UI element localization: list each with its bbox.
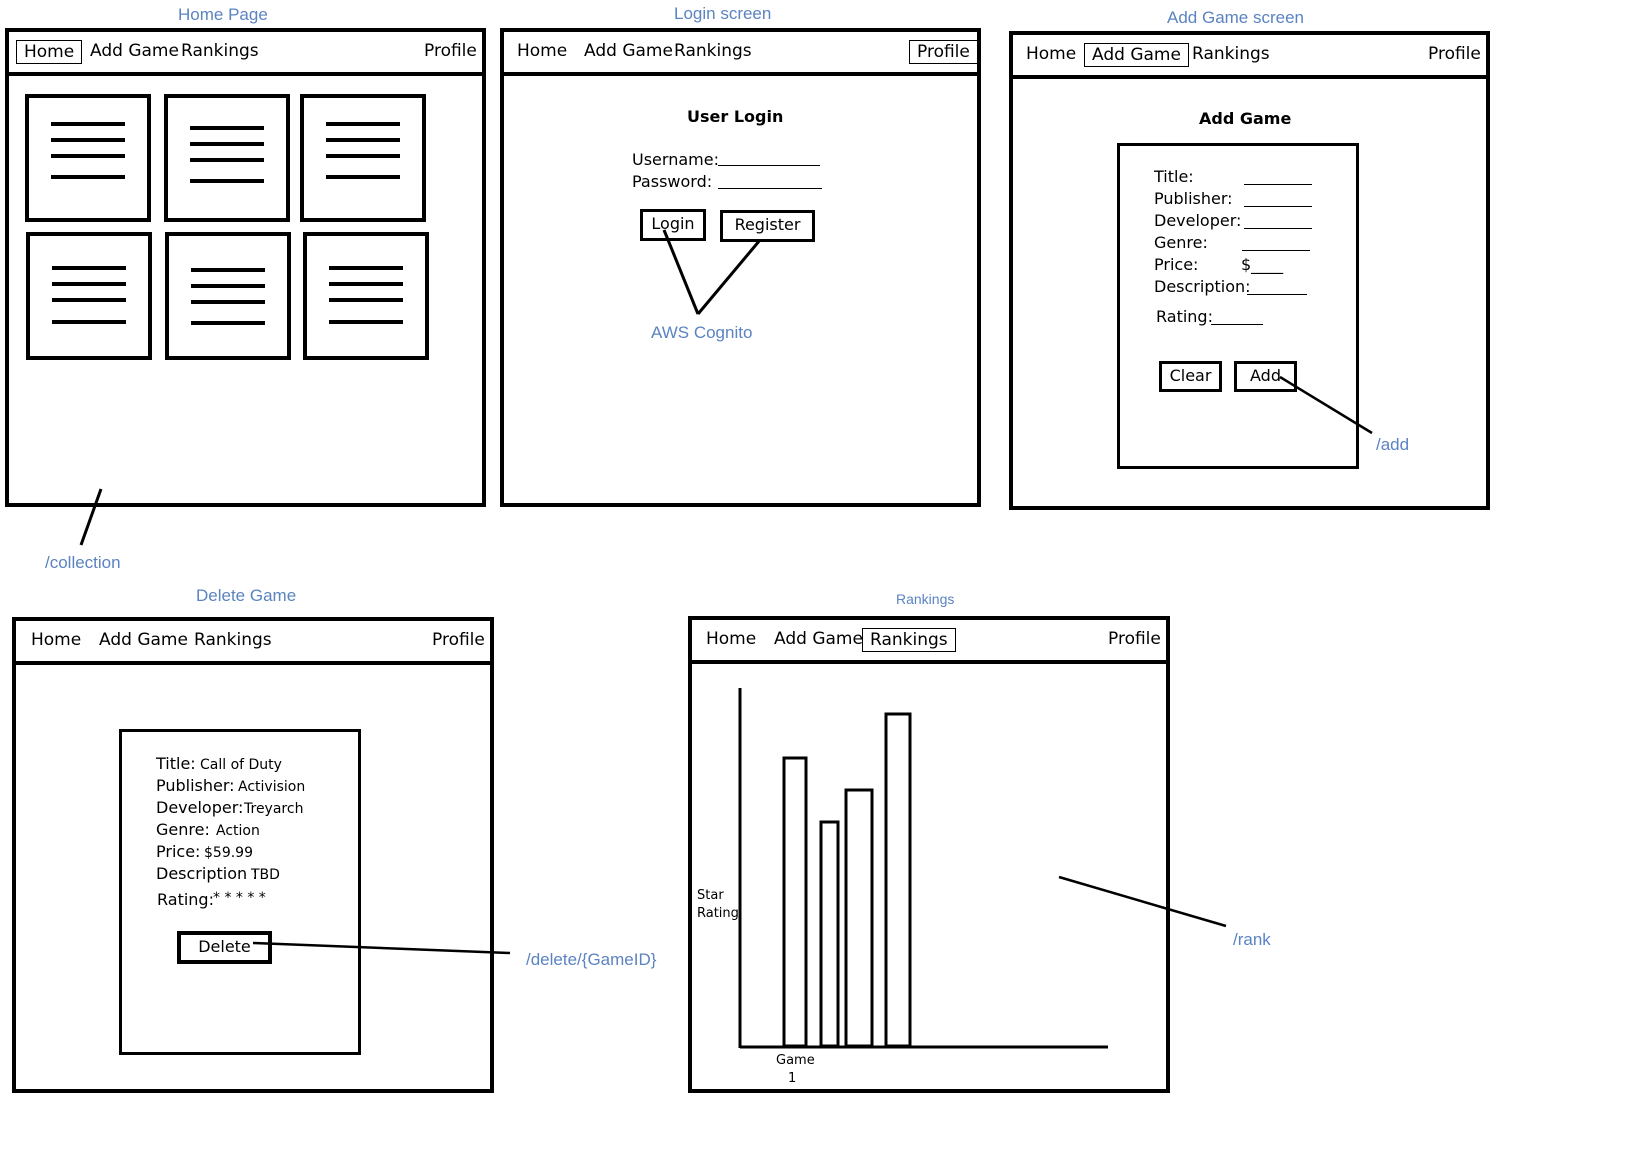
delete-game-caption: Delete Game [196, 586, 297, 605]
detail-publisher-value: Activision [238, 779, 306, 795]
nav-rankings[interactable]: Rankings [187, 629, 279, 651]
login-screen-frame: Home Add Game Rankings Profile User Logi… [500, 28, 981, 507]
nav-profile[interactable]: Profile [1421, 43, 1488, 65]
publisher-label: Publisher: [1154, 189, 1233, 208]
add-button[interactable]: Add [1234, 361, 1297, 392]
add-route-label: /add [1376, 435, 1410, 454]
add-game-form: Title: Publisher: Developer: Genre: Pric… [1117, 143, 1359, 469]
x-axis-label-line2: 1 [788, 1071, 797, 1086]
home-page-caption: Home Page [178, 5, 268, 24]
game-details-card: Title: Call of Duty Publisher: Activisio… [119, 729, 361, 1055]
nav-add-game[interactable]: Add Game [767, 628, 870, 650]
register-button[interactable]: Register [720, 210, 815, 242]
clear-button[interactable]: Clear [1159, 361, 1222, 392]
rating-field[interactable] [1211, 324, 1263, 325]
game-card[interactable] [165, 232, 291, 360]
username-label: Username: [632, 150, 719, 169]
detail-description-value: TBD [251, 867, 280, 883]
nav-home[interactable]: Home [24, 629, 88, 651]
aws-cognito-label: AWS Cognito [651, 323, 753, 342]
detail-rating-value: * * * * * [213, 890, 266, 906]
y-axis-label-line1: Star [697, 888, 724, 903]
rank-route-label: /rank [1233, 930, 1271, 949]
detail-genre-value: Action [216, 823, 260, 839]
rankings-frame: Home Add Game Rankings Profile Star Rati… [688, 616, 1170, 1093]
detail-price-label: Price: [156, 842, 201, 861]
add-game-heading: Add Game [1199, 109, 1292, 128]
nav-add-game[interactable]: Add Game [577, 40, 680, 62]
add-game-screen-frame: Home Add Game Rankings Profile Add Game … [1009, 31, 1490, 510]
description-label: Description: [1154, 277, 1251, 296]
login-screen-caption: Login screen [674, 4, 772, 23]
rankings-caption: Rankings [896, 591, 955, 607]
password-field[interactable] [718, 188, 822, 189]
collection-route-label: /collection [45, 553, 121, 572]
nav-rankings[interactable]: Rankings [1185, 43, 1277, 65]
detail-title-value: Call of Duty [200, 757, 282, 773]
nav-add-game[interactable]: Add Game [83, 40, 186, 62]
game-card[interactable] [26, 232, 152, 360]
nav-profile[interactable]: Profile [909, 40, 978, 64]
genre-field[interactable] [1242, 250, 1310, 251]
detail-title-label: Title: [156, 754, 196, 773]
home-page-navbar: Home Add Game Rankings Profile [9, 32, 482, 76]
detail-description-label: Description : [156, 864, 258, 883]
login-button[interactable]: Login [640, 209, 706, 241]
login-navbar: Home Add Game Rankings Profile [504, 32, 978, 76]
nav-home[interactable]: Home [1019, 43, 1083, 65]
add-game-screen-caption: Add Game screen [1167, 8, 1305, 27]
nav-profile[interactable]: Profile [417, 40, 484, 62]
title-label: Title: [1154, 167, 1194, 186]
x-axis-label-line1: Game [776, 1053, 815, 1068]
rankings-navbar: Home Add Game Rankings Profile [692, 620, 1166, 664]
nav-add-game[interactable]: Add Game [92, 629, 195, 651]
nav-home[interactable]: Home [510, 40, 574, 62]
price-field[interactable]: $____ [1241, 255, 1283, 274]
developer-label: Developer: [1154, 211, 1242, 230]
username-field[interactable] [718, 165, 820, 166]
delete-route-label: /delete/{GameID} [526, 950, 657, 969]
nav-home[interactable]: Home [16, 40, 83, 64]
publisher-field[interactable] [1244, 206, 1312, 207]
game-card[interactable] [303, 232, 429, 360]
rating-label: Rating: [1156, 307, 1213, 326]
game-card[interactable] [25, 94, 151, 222]
delete-button[interactable]: Delete [177, 931, 272, 964]
game-card[interactable] [164, 94, 290, 222]
game-card[interactable] [300, 94, 426, 222]
detail-price-value: $59.99 [204, 845, 253, 861]
nav-home[interactable]: Home [699, 628, 763, 650]
nav-rankings[interactable]: Rankings [174, 40, 266, 62]
home-page-frame: Home Add Game Rankings Profile [5, 28, 486, 507]
add-game-navbar: Home Add Game Rankings Profile [1013, 35, 1486, 79]
delete-navbar: Home Add Game Rankings Profile [16, 621, 490, 665]
price-label: Price: [1154, 255, 1199, 274]
developer-field[interactable] [1244, 228, 1312, 229]
login-heading: User Login [687, 107, 784, 126]
nav-add-game[interactable]: Add Game [1084, 43, 1189, 67]
title-field[interactable] [1244, 184, 1312, 185]
genre-label: Genre: [1154, 233, 1208, 252]
detail-publisher-label: Publisher: [156, 776, 235, 795]
detail-rating-label: Rating: [157, 890, 214, 909]
nav-rankings[interactable]: Rankings [667, 40, 759, 62]
detail-developer-label: Developer: [156, 798, 244, 817]
detail-developer-value: Treyarch [244, 801, 304, 817]
nav-rankings[interactable]: Rankings [862, 628, 956, 652]
description-field[interactable] [1247, 294, 1307, 295]
nav-profile[interactable]: Profile [1101, 628, 1168, 650]
password-label: Password: [632, 172, 713, 191]
detail-genre-label: Genre: [156, 820, 210, 839]
delete-game-frame: Home Add Game Rankings Profile Title: Ca… [12, 617, 494, 1093]
y-axis-label-line2: Rating [697, 906, 739, 921]
nav-profile[interactable]: Profile [425, 629, 492, 651]
